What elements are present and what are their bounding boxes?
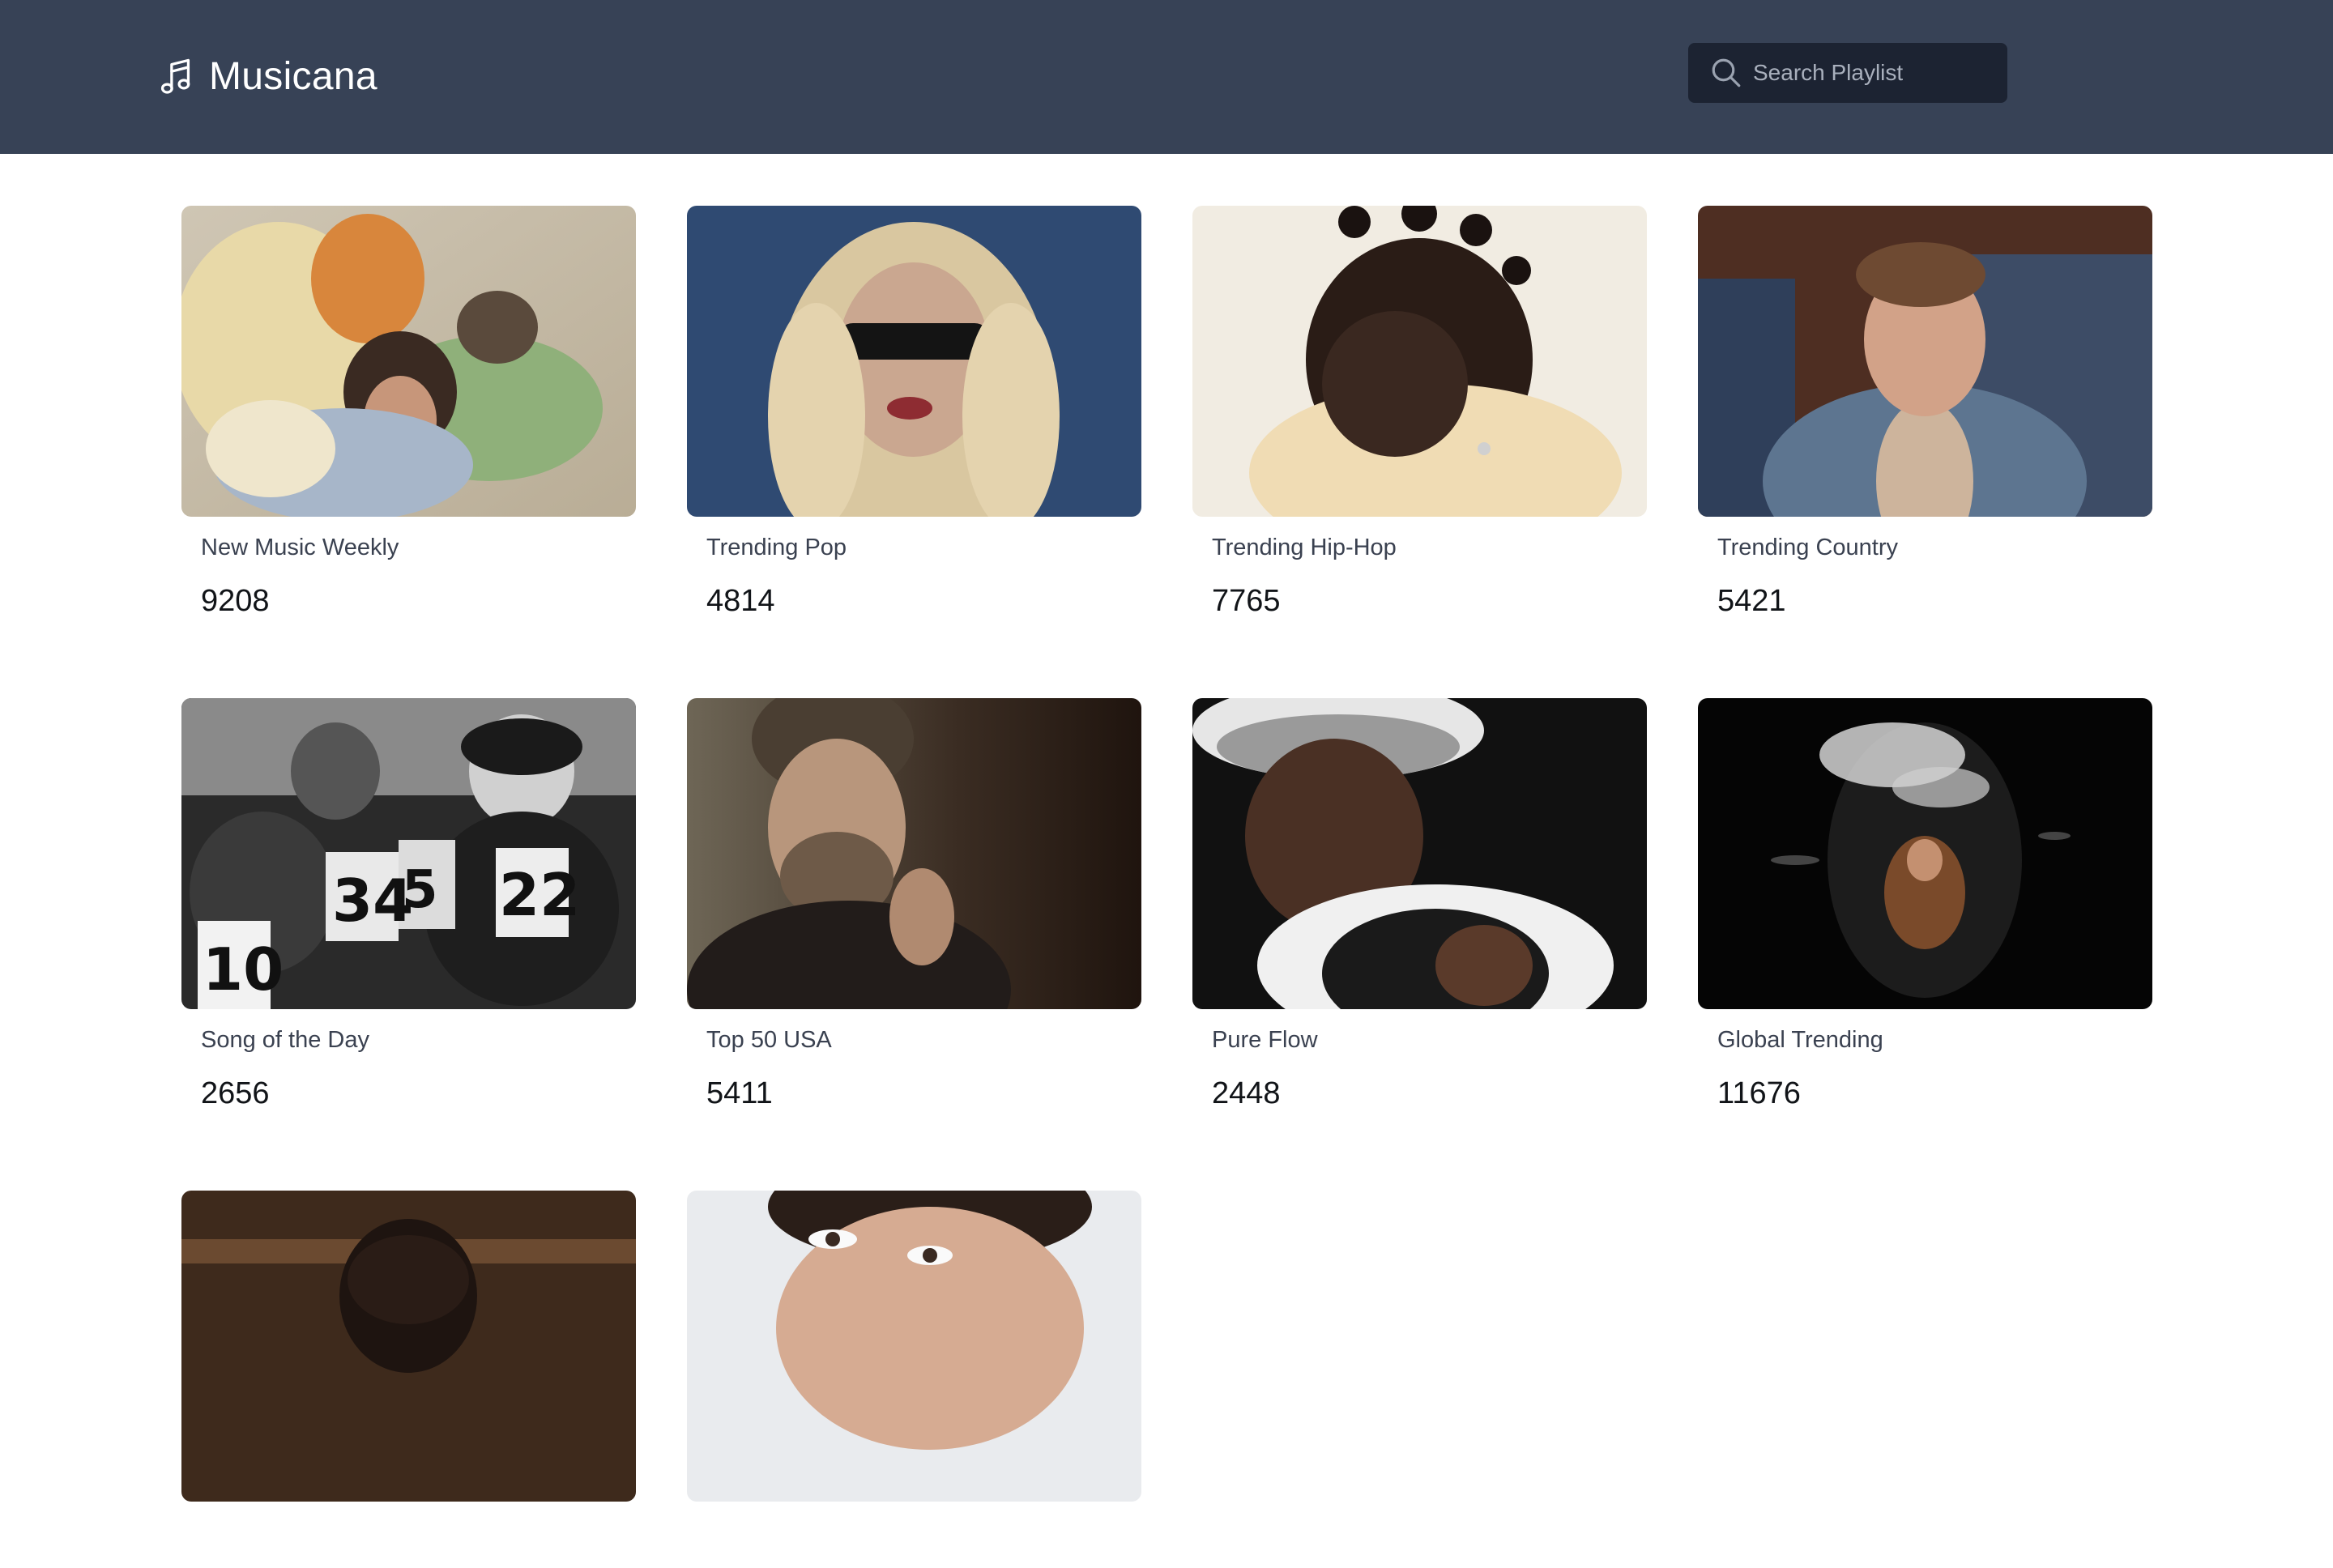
playlist-card[interactable]: [181, 1191, 636, 1568]
search-input[interactable]: [1753, 49, 1996, 97]
app-title: Musicana: [209, 55, 377, 98]
playlist-count: 5411: [706, 1076, 773, 1110]
playlist-cover-image[interactable]: [181, 206, 636, 517]
playlist-cover-image[interactable]: [687, 698, 1141, 1009]
playlist-cover-image[interactable]: [687, 206, 1141, 517]
playlist-title: Top 50 USA: [706, 1027, 832, 1053]
playlist-title: [181, 1518, 636, 1547]
playlist-cover-image[interactable]: [687, 1191, 1141, 1502]
playlist-card[interactable]: New Music Weekly 9208: [181, 206, 636, 619]
playlist-card[interactable]: [687, 1191, 1141, 1568]
svg-text:5: 5: [402, 860, 438, 920]
playlist-cover-image[interactable]: [1192, 698, 1647, 1009]
music-note-icon: [160, 58, 190, 94]
playlist-title: Trending Country: [1717, 535, 1898, 560]
playlist-card[interactable]: Trending Hip-Hop 7765: [1192, 206, 1647, 619]
playlist-cover-image[interactable]: [1192, 206, 1647, 517]
playlist-title: Trending Hip-Hop: [1212, 535, 1397, 560]
brand[interactable]: Musicana: [159, 53, 377, 100]
playlist-card[interactable]: Top 50 USA 5411: [687, 698, 1141, 1111]
playlist-count: 7765: [1212, 584, 1281, 618]
playlist-card[interactable]: Pure Flow 2448: [1192, 698, 1647, 1111]
playlist-card[interactable]: 34 5 22 10 Song of the Day 2656: [181, 698, 636, 1111]
playlist-title: [687, 1518, 1141, 1547]
playlist-count: 5421: [1717, 584, 1786, 618]
app-header: Musicana: [0, 0, 2333, 154]
playlist-count: 2656: [201, 1076, 270, 1110]
svg-text:10: 10: [203, 935, 284, 1003]
playlist-cover-image[interactable]: [181, 1191, 636, 1502]
playlist-card[interactable]: Trending Pop 4814: [687, 206, 1141, 619]
search-box[interactable]: [1688, 43, 2007, 103]
playlist-title: Pure Flow: [1212, 1027, 1318, 1053]
search-icon: [1712, 58, 1741, 87]
playlist-count: 11676: [1717, 1076, 1801, 1110]
playlist-count: 4814: [706, 584, 775, 618]
playlist-cover-image[interactable]: 34 5 22 10: [181, 698, 636, 1009]
playlist-title: Song of the Day: [201, 1027, 369, 1053]
playlist-cover-image[interactable]: [1698, 698, 2152, 1009]
playlist-cover-image[interactable]: [1698, 206, 2152, 517]
playlist-title: Global Trending: [1717, 1027, 1883, 1053]
playlist-card[interactable]: Trending Country 5421: [1698, 206, 2152, 619]
playlist-title: New Music Weekly: [201, 535, 399, 560]
playlist-title: Trending Pop: [706, 535, 847, 560]
svg-text:22: 22: [499, 861, 580, 929]
playlist-card[interactable]: Global Trending 11676: [1698, 698, 2152, 1111]
playlist-count: 2448: [1212, 1076, 1281, 1110]
playlist-count: 9208: [201, 584, 270, 618]
